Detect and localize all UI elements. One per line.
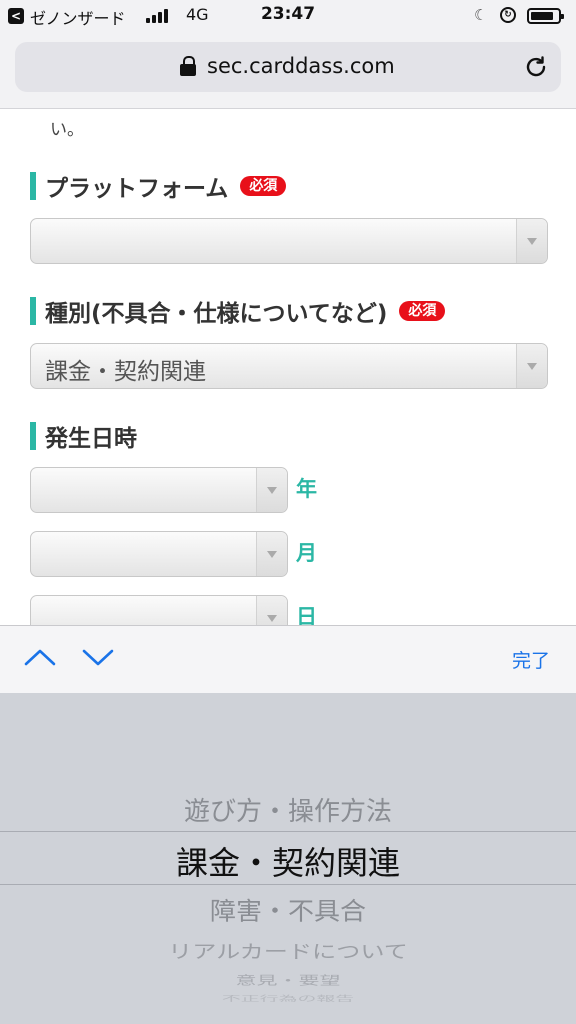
chevron-down-icon [256,596,287,625]
chevron-down-icon [256,532,287,576]
month-unit: 月 [296,541,317,565]
platform-label: プラットフォーム 必須 [30,171,287,202]
clock: 23:47 [260,4,316,24]
label-accent-bar [30,172,36,200]
label-accent-bar [30,422,36,450]
picker-selection-bottom-line [0,884,576,885]
keyboard-accessory-bar: 完了 [0,625,576,694]
done-button[interactable]: 完了 [512,646,550,673]
url-text[interactable]: sec.carddass.com [207,54,395,78]
required-badge: 必須 [240,176,287,196]
day-select[interactable] [30,595,288,625]
reload-icon[interactable] [523,54,549,80]
day-unit: 日 [296,605,317,625]
picker-option[interactable]: 遊び方・操作方法 [0,791,576,828]
chevron-down-icon [516,219,547,263]
picker-option[interactable]: 障害・不具合 [0,892,576,927]
year-unit: 年 [296,477,317,501]
category-select-value: 課金・契約関連 [45,359,206,385]
platform-label-text: プラットフォーム [45,176,229,202]
chevron-down-icon [516,344,547,388]
category-select[interactable]: 課金・契約関連 [30,343,548,389]
picker-option[interactable]: リアルカードについて [0,936,576,963]
category-label: 種別(不具合・仕様についてなど) 必須 [30,296,446,327]
occurrence-date-label-text: 発生日時 [45,426,137,452]
category-label-text: 種別(不具合・仕様についてなど) [45,301,388,327]
status-bar: < ゼノンザード 4G 23:47 ☾ ↻ [0,0,576,32]
scrolled-text-fragment: い。 [50,120,84,140]
battery-icon [527,8,564,24]
year-select[interactable] [30,467,288,513]
picker-option-selected[interactable]: 課金・契約関連 [0,838,576,884]
picker-option[interactable]: 不正行為の報告 [0,993,576,1003]
option-picker[interactable]: 遊び方・操作方法課金・契約関連障害・不具合リアルカードについて意見・要望不正行為… [0,693,576,1024]
label-accent-bar [30,297,36,325]
orientation-lock-icon: ↻ [500,7,516,23]
do-not-disturb-icon: ☾ [474,6,488,24]
form-page: い。 プラットフォーム 必須 種別(不具合・仕様についてなど) 必須 課金・契約… [0,109,576,625]
picker-selection-top-line [0,831,576,832]
required-badge: 必須 [399,301,446,321]
address-bar[interactable]: sec.carddass.com [15,42,561,92]
lock-icon [180,56,196,76]
chevron-down-icon[interactable] [80,642,116,672]
browser-toolbar: sec.carddass.com [0,32,576,109]
month-select[interactable] [30,531,288,577]
picker-option[interactable]: 意見・要望 [0,971,576,988]
occurrence-date-label: 発生日時 [30,421,137,452]
platform-select[interactable] [30,218,548,264]
chevron-down-icon [256,468,287,512]
chevron-up-icon[interactable] [22,642,58,672]
